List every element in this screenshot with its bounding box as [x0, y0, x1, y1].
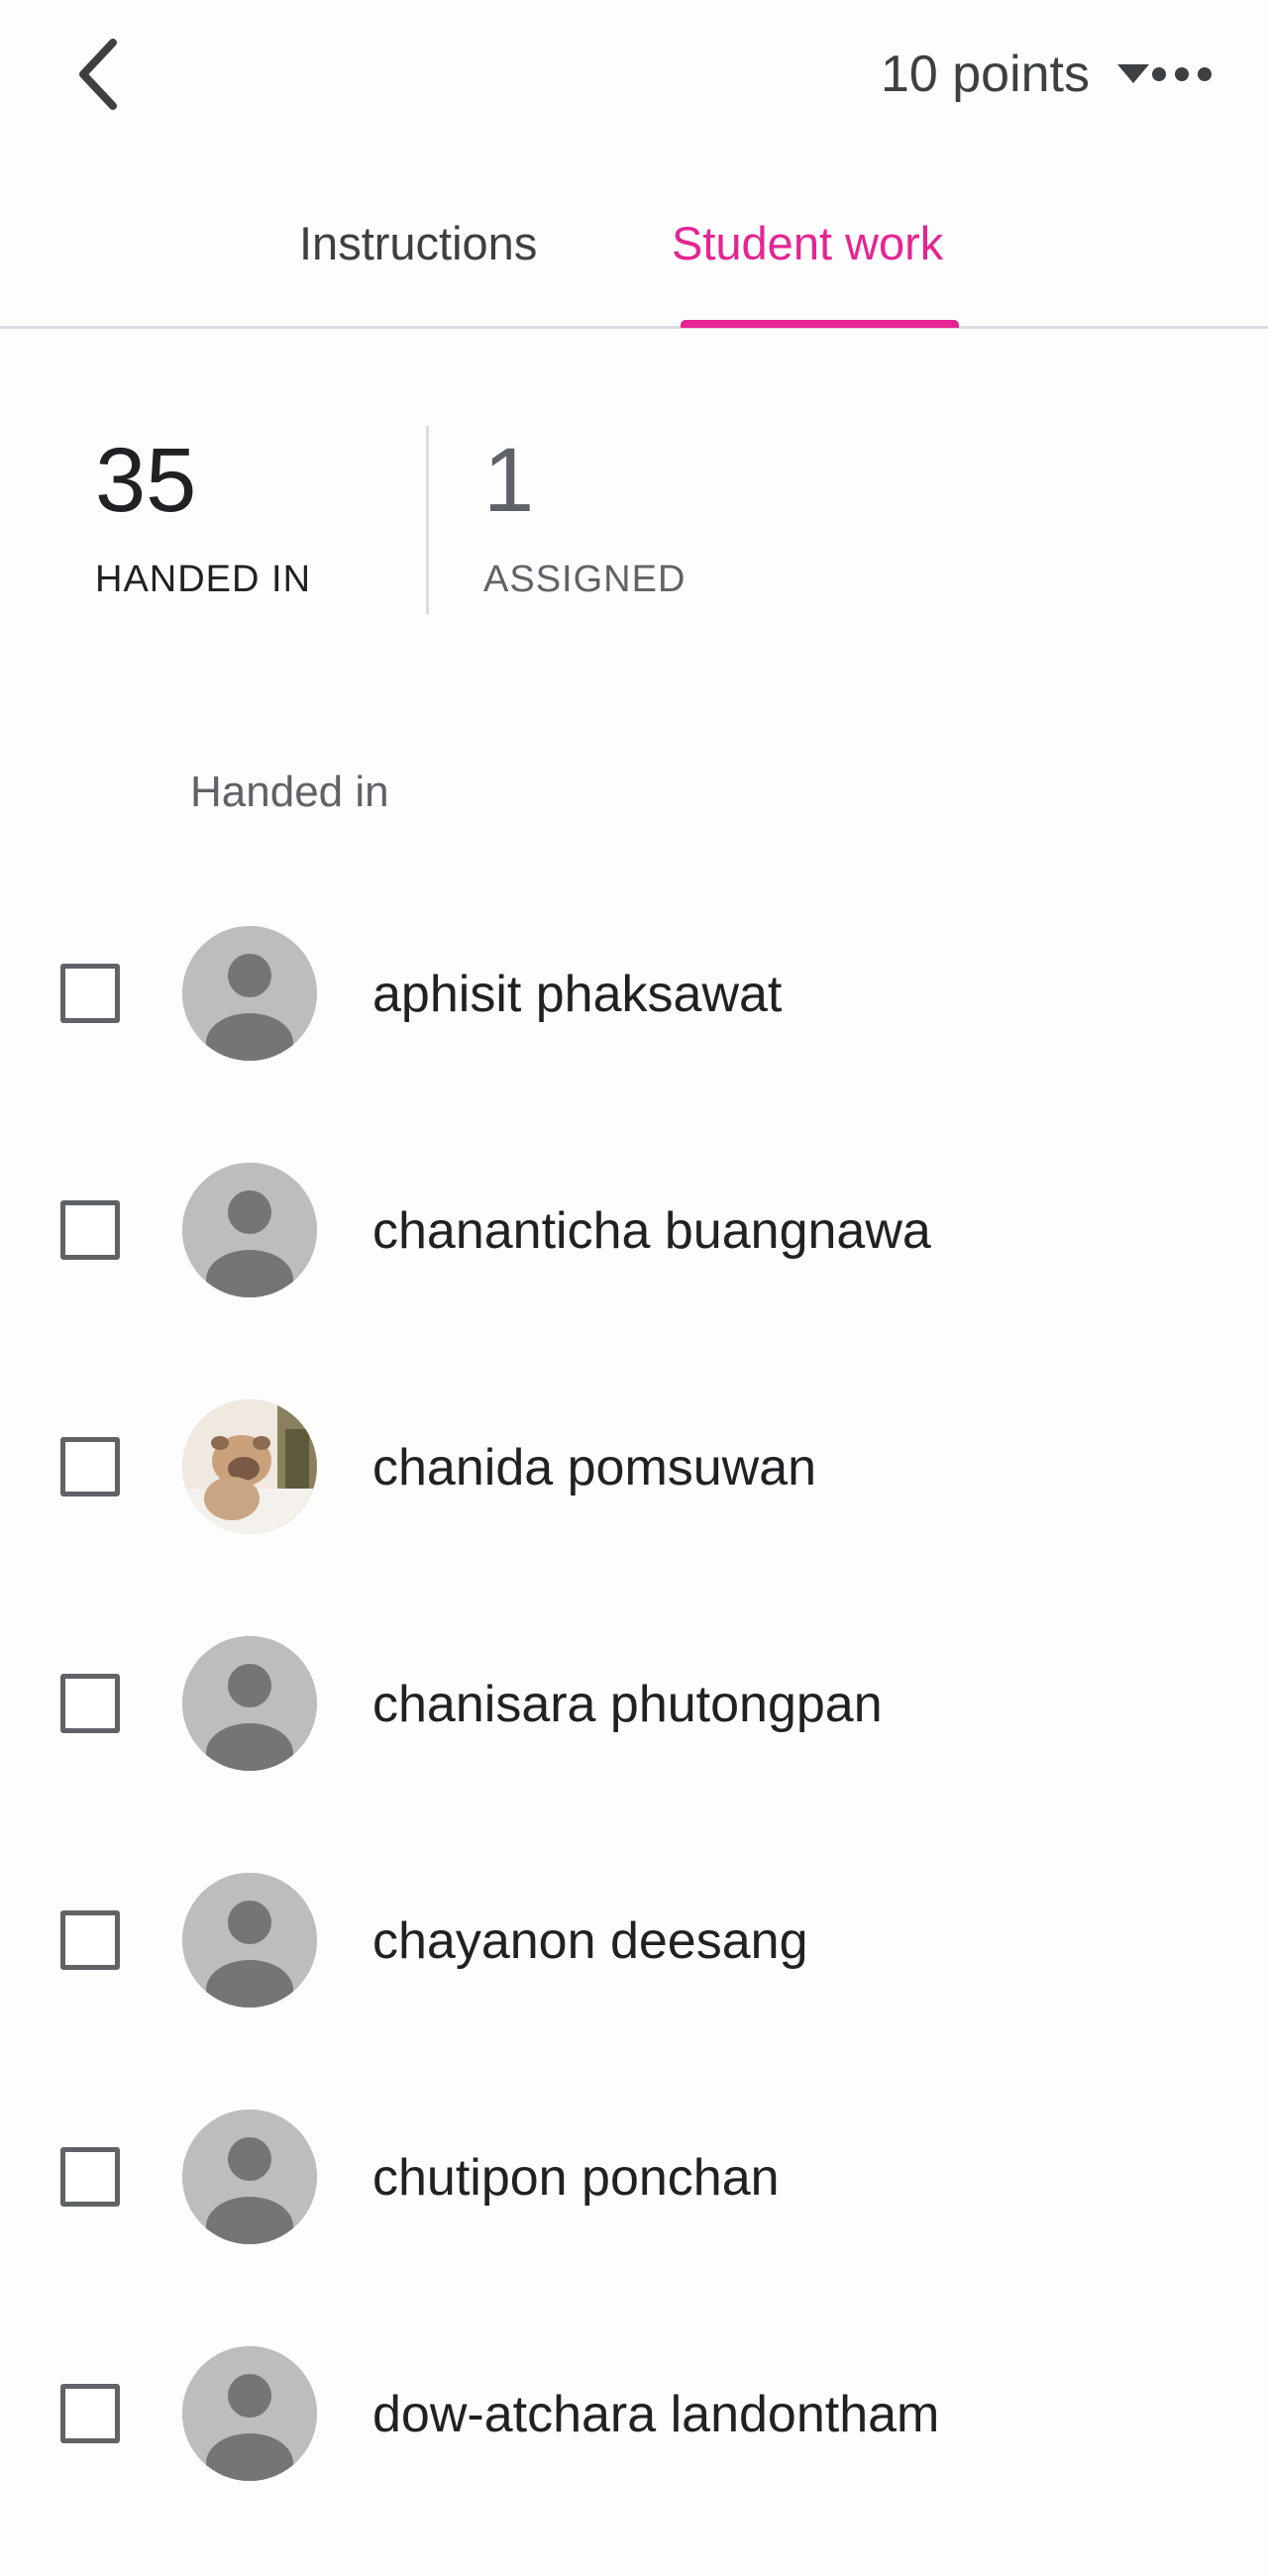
student-checkbox[interactable]	[60, 2384, 120, 2443]
default-avatar-icon	[182, 2346, 317, 2481]
tab-bar: Instructions Student work	[0, 188, 1268, 329]
default-avatar-icon	[182, 2110, 317, 2244]
active-tab-indicator	[681, 320, 959, 328]
back-arrow-icon	[79, 39, 117, 110]
student-row[interactable]: chanisara phutongpan	[0, 1629, 1268, 1866]
student-checkbox[interactable]	[60, 1200, 120, 1260]
default-avatar-icon	[182, 1163, 317, 1297]
default-avatar-icon	[182, 1873, 317, 2008]
assigned-count: 1	[483, 430, 535, 531]
student-name: chutipon ponchan	[372, 2149, 780, 2207]
student-row[interactable]: chanida pomsuwan	[0, 1392, 1268, 1629]
handed-in-stat[interactable]: 35 HANDED IN	[95, 426, 311, 604]
student-row[interactable]: chutipon ponchan	[0, 2103, 1268, 2339]
assigned-stat[interactable]: 1 ASSIGNED	[483, 426, 686, 604]
handed-in-label: HANDED IN	[95, 559, 312, 600]
student-name: chayanon deesang	[372, 1912, 808, 1970]
student-checkbox[interactable]	[60, 1674, 120, 1733]
assigned-label: ASSIGNED	[483, 559, 687, 600]
student-row[interactable]: chayanon deesang	[0, 1866, 1268, 2103]
student-name: chanisara phutongpan	[372, 1676, 883, 1733]
points-label[interactable]: 10 points	[881, 40, 1090, 109]
more-horizontal-icon	[1152, 67, 1212, 81]
tab-instructions[interactable]: Instructions	[299, 214, 537, 273]
stat-divider	[426, 426, 429, 614]
default-avatar-icon	[182, 926, 317, 1061]
chevron-down-icon[interactable]	[1115, 61, 1151, 87]
student-list: aphisit phaksawat chananticha buangnawa …	[0, 919, 1268, 2576]
student-row[interactable]: chananticha buangnawa	[0, 1156, 1268, 1392]
student-photo-avatar	[182, 1399, 317, 1534]
top-app-bar: 10 points	[0, 0, 1268, 149]
student-row[interactable]: dow-atchara landontham	[0, 2339, 1268, 2576]
section-header-handed-in: Handed in	[190, 768, 389, 816]
more-options-button[interactable]	[1147, 50, 1216, 99]
handed-in-count: 35	[95, 430, 197, 531]
student-name: chananticha buangnawa	[372, 1202, 931, 1260]
student-checkbox[interactable]	[60, 1910, 120, 1970]
default-avatar-icon	[182, 1636, 317, 1771]
back-button[interactable]	[54, 30, 144, 119]
student-row[interactable]: aphisit phaksawat	[0, 919, 1268, 1156]
student-checkbox[interactable]	[60, 1437, 120, 1496]
student-checkbox[interactable]	[60, 964, 120, 1023]
student-name: dow-atchara landontham	[372, 2386, 940, 2443]
student-checkbox[interactable]	[60, 2147, 120, 2207]
student-name: chanida pomsuwan	[372, 1439, 817, 1496]
submission-summary: 35 HANDED IN 1 ASSIGNED	[0, 396, 1268, 634]
tab-student-work[interactable]: Student work	[672, 214, 943, 273]
student-name: aphisit phaksawat	[372, 966, 783, 1023]
